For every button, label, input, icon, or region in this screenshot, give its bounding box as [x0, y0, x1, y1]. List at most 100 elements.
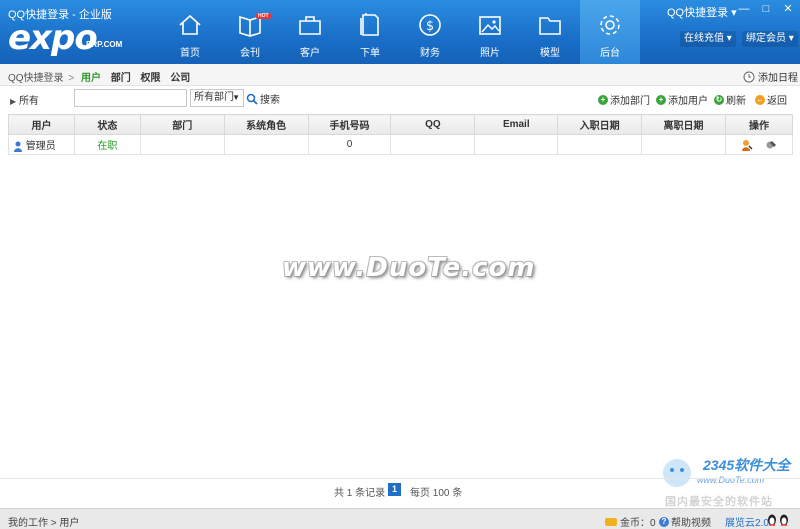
add-schedule-label: 添加日程: [758, 73, 798, 84]
col-phone[interactable]: 手机号码: [307, 114, 392, 135]
cell-role: [223, 134, 309, 155]
online-recharge-button[interactable]: 在线充值 ▾: [680, 31, 736, 47]
maximize-button[interactable]: □: [757, 2, 775, 16]
col-hire-date[interactable]: 入职日期: [557, 114, 643, 135]
col-role[interactable]: 系统角色: [223, 114, 309, 135]
bind-member-button[interactable]: 绑定会员 ▾: [742, 31, 798, 47]
col-qq[interactable]: QQ: [390, 114, 476, 135]
record-count: 共 1 条记录: [334, 488, 386, 499]
minimize-button[interactable]: —: [735, 2, 753, 16]
per-page: 每页 100 条: [410, 488, 463, 499]
cell-status: 在职: [73, 134, 141, 155]
cell-qq: [390, 134, 476, 155]
add-department-button[interactable]: + 添加部门: [598, 92, 650, 107]
status-bar: 我的工作 > 用户 金币：0 ? 帮助视频 展览云2.0: [0, 508, 800, 529]
expo-logo: expo: [8, 18, 98, 58]
add-user-label: 添加用户: [668, 96, 708, 107]
status-breadcrumb: 我的工作 > 用户: [8, 518, 80, 529]
user-menu[interactable]: QQ快捷登录 ▾: [667, 4, 737, 20]
refresh-icon: ↻: [714, 94, 724, 105]
help-icon: ?: [659, 516, 669, 527]
col-department[interactable]: 部门: [139, 114, 225, 135]
cell-leave-date: [641, 134, 726, 155]
add-department-label: 添加部门: [610, 96, 650, 107]
back-label: 返回: [767, 96, 787, 107]
refresh-button[interactable]: ↻ 刷新: [714, 92, 746, 107]
bind-member-label: 绑定会员: [746, 33, 786, 44]
page-number-current[interactable]: 1: [388, 483, 401, 496]
tab-company[interactable]: 公司: [170, 73, 190, 84]
schedule-icon: [743, 71, 755, 82]
nav-home[interactable]: 首页: [160, 0, 220, 64]
qq-penguin-icon: [768, 514, 788, 526]
col-user[interactable]: 用户: [8, 114, 75, 135]
toolbar: ▶ 所有 所有部门 ▼ 搜索 + 添加部门 + 添加用户 ↻ 刷新 ← 返回: [0, 87, 800, 109]
home-icon: [179, 14, 201, 35]
dollar-icon: $: [419, 14, 441, 36]
cell-user-name: 管理员: [25, 141, 56, 152]
table-row[interactable]: 管理员 在职 0: [8, 134, 794, 155]
add-user-button[interactable]: + 添加用户: [656, 92, 708, 107]
chevron-down-icon: ▼: [232, 93, 240, 102]
back-icon: ←: [755, 94, 765, 105]
qq-contact[interactable]: [766, 514, 792, 526]
search-input[interactable]: [74, 89, 187, 107]
nav-customer-label: 客户: [300, 48, 320, 59]
refresh-label: 刷新: [726, 96, 746, 107]
cell-phone: 0: [307, 134, 392, 155]
nav-order[interactable]: 下单: [340, 0, 400, 64]
folder-icon: [539, 17, 561, 35]
cell-hire-date: [557, 134, 643, 155]
add-schedule-button[interactable]: 添加日程: [743, 69, 798, 84]
department-select[interactable]: 所有部门 ▼: [190, 89, 244, 107]
col-email[interactable]: Email: [474, 114, 559, 135]
gear-icon: [600, 15, 620, 35]
nav-admin[interactable]: 后台: [580, 0, 640, 64]
user-icon: [14, 141, 22, 152]
plus-icon: +: [598, 94, 608, 105]
col-leave-date[interactable]: 离职日期: [641, 114, 726, 135]
back-button[interactable]: ← 返回: [755, 92, 787, 107]
coins-display[interactable]: 金币：0: [605, 514, 656, 529]
app-header: QQ快捷登录 - 企业版 expo ERP.COM 首页 HOT 会刊 客户 下…: [0, 0, 800, 64]
svg-text:$: $: [426, 19, 434, 34]
help-video-link[interactable]: ? 帮助视频: [659, 514, 711, 529]
user-table: 用户 状态 部门 系统角色 手机号码 QQ Email 入职日期 离职日期 操作…: [8, 114, 794, 155]
picture-icon: [479, 16, 501, 35]
nav-order-label: 下单: [360, 48, 380, 59]
search-button-label: 搜索: [260, 95, 280, 106]
cell-department: [139, 134, 225, 155]
all-tree-toggle[interactable]: ▶ 所有: [10, 92, 39, 107]
tab-users[interactable]: 用户: [81, 73, 101, 84]
col-status[interactable]: 状态: [73, 114, 141, 135]
all-tree-label: 所有: [18, 96, 39, 107]
breadcrumb-root[interactable]: QQ快捷登录: [8, 73, 64, 84]
version-label-wrap: 展览云2.0: [725, 514, 769, 529]
nav-finance[interactable]: $ 财务: [400, 0, 460, 64]
tab-permissions[interactable]: 权限: [141, 73, 161, 84]
tab-departments[interactable]: 部门: [111, 73, 131, 84]
cell-email: [474, 134, 559, 155]
edit-user-icon[interactable]: [741, 139, 753, 151]
sub-nav-bar: QQ快捷登录 > 用户 部门 权限 公司 添加日程: [0, 64, 800, 86]
search-button[interactable]: 搜索: [246, 91, 280, 106]
edit-settings-icon[interactable]: [765, 139, 777, 151]
coins-label: 金币：0: [620, 518, 656, 529]
briefcase-icon: [299, 16, 321, 35]
version-label: 展览云2.0: [725, 518, 769, 529]
nav-photo[interactable]: 照片: [460, 0, 520, 64]
nav-customer[interactable]: 客户: [280, 0, 340, 64]
document-icon: [360, 13, 379, 36]
hot-badge: HOT: [256, 13, 271, 19]
department-select-value: 所有部门: [194, 92, 234, 103]
search-icon: [246, 93, 258, 105]
online-recharge-label: 在线充值: [684, 33, 724, 44]
nav-catalog[interactable]: HOT 会刊: [220, 0, 280, 64]
nav-finance-label: 财务: [420, 48, 440, 59]
main-nav: 首页 HOT 会刊 客户 下单 $ 财务 照片 模型 后台: [160, 0, 640, 64]
cell-user: 管理员: [8, 134, 75, 155]
nav-model[interactable]: 模型: [520, 0, 580, 64]
close-button[interactable]: ✕: [779, 2, 797, 16]
breadcrumb: QQ快捷登录 > 用户 部门 权限 公司: [8, 69, 190, 84]
table-header-row: 用户 状态 部门 系统角色 手机号码 QQ Email 入职日期 离职日期 操作: [8, 114, 794, 135]
